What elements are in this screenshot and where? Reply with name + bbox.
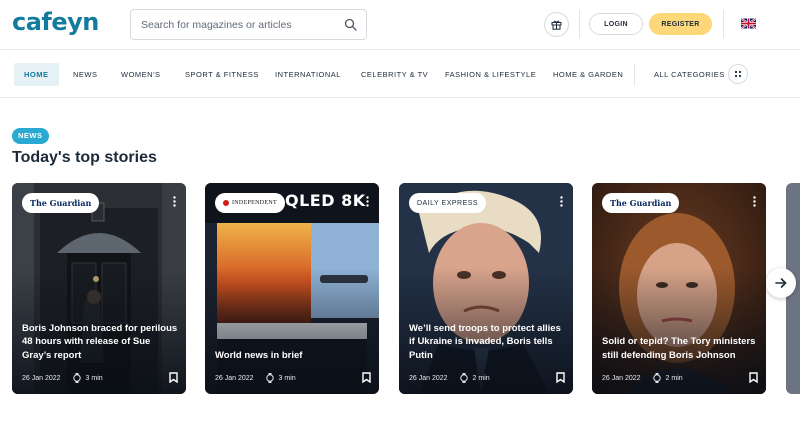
story-card[interactable]: The Guardian Boris Johnson braced for pe… — [12, 183, 186, 394]
bookmark-icon[interactable] — [556, 372, 565, 383]
uk-flag-icon[interactable] — [741, 18, 756, 29]
gift-icon — [551, 20, 562, 30]
read-time: 3 min — [278, 374, 296, 382]
watch-icon — [459, 373, 468, 383]
nav-item-sport-fitness[interactable]: SPORT & FITNESS — [185, 63, 259, 86]
story-date: 26 Jan 2022 — [602, 374, 641, 382]
header-divider — [723, 10, 724, 38]
publisher-badge[interactable]: The Guardian — [22, 193, 100, 213]
more-options-icon[interactable] — [753, 196, 756, 207]
header-divider — [579, 10, 580, 38]
nav-item-fashion-lifestyle[interactable]: FASHION & LIFESTYLE — [445, 63, 536, 86]
nav-item-home-garden[interactable]: HOME & GARDEN — [553, 63, 623, 86]
story-date: 26 Jan 2022 — [409, 374, 448, 382]
bookmark-icon[interactable] — [169, 372, 178, 383]
image-overlay — [592, 183, 766, 394]
watch-icon — [652, 373, 661, 383]
publisher-badge[interactable]: INDEPENDENT — [215, 193, 285, 213]
story-card[interactable]: QLED 8K INDEPENDENT World news in brief … — [205, 183, 379, 394]
section-title: Today's top stories — [12, 149, 157, 166]
publisher-name: DAILY EXPRESS — [417, 199, 479, 207]
story-meta: 26 Jan 2022 2 min — [602, 372, 758, 384]
search-icon[interactable] — [344, 18, 357, 31]
search-input[interactable] — [141, 10, 341, 39]
bookmark-icon[interactable] — [362, 372, 371, 383]
guardian-logo: The Guardian — [30, 197, 92, 208]
more-options-icon[interactable] — [366, 196, 369, 207]
read-time: 2 min — [472, 374, 490, 382]
story-meta: 26 Jan 2022 3 min — [215, 372, 371, 384]
category-nav: HOME NEWS WOMEN'S SPORT & FITNESS INTERN… — [0, 51, 800, 98]
nav-item-celebrity-tv[interactable]: CELEBRITY & TV — [361, 63, 428, 86]
more-options-icon[interactable] — [560, 196, 563, 207]
arrow-right-icon — [775, 278, 787, 288]
story-date: 26 Jan 2022 — [22, 374, 61, 382]
read-time: 3 min — [85, 374, 103, 382]
publisher-name: INDEPENDENT — [232, 200, 277, 206]
image-overlay — [205, 183, 379, 394]
top-header: cafeyn LOGIN REGISTER — [0, 0, 800, 50]
story-card[interactable]: DAILY EXPRESS We’ll send troops to prote… — [399, 183, 573, 394]
all-categories-button[interactable] — [728, 64, 748, 84]
nav-item-home[interactable]: HOME — [14, 63, 59, 86]
story-date: 26 Jan 2022 — [215, 374, 254, 382]
more-options-icon[interactable] — [173, 196, 176, 207]
publisher-badge[interactable]: The Guardian — [602, 193, 680, 213]
story-title[interactable]: World news in brief — [215, 349, 373, 363]
nav-divider — [634, 64, 635, 86]
nav-item-international[interactable]: INTERNATIONAL — [275, 63, 341, 86]
watch-icon — [265, 373, 274, 383]
gift-button[interactable] — [544, 12, 569, 37]
grid-icon — [734, 70, 742, 78]
search-box[interactable] — [130, 9, 367, 40]
login-button[interactable]: LOGIN — [589, 13, 643, 35]
register-button[interactable]: REGISTER — [649, 13, 712, 35]
story-meta: 26 Jan 2022 3 min — [22, 372, 178, 384]
independent-logo: INDEPENDENT — [223, 200, 277, 206]
independent-eagle-icon — [223, 200, 229, 206]
image-overlay — [12, 183, 186, 394]
news-badge[interactable]: NEWS — [12, 128, 49, 144]
guardian-logo: The Guardian — [610, 197, 672, 208]
story-title[interactable]: Boris Johnson braced for perilous 48 hou… — [22, 322, 180, 363]
image-caption-text: QLED 8K — [285, 191, 366, 210]
story-title[interactable]: We’ll send troops to protect allies if U… — [409, 322, 567, 363]
nav-item-all-categories[interactable]: ALL CATEGORIES — [654, 63, 725, 86]
cafeyn-logo[interactable]: cafeyn — [12, 8, 99, 36]
bookmark-icon[interactable] — [749, 372, 758, 383]
read-time: 2 min — [665, 374, 683, 382]
nav-item-news[interactable]: NEWS — [73, 63, 98, 86]
story-card[interactable]: The Guardian Solid or tepid? The Tory mi… — [592, 183, 766, 394]
publisher-badge[interactable]: DAILY EXPRESS — [409, 193, 487, 213]
image-overlay — [399, 183, 573, 394]
story-title[interactable]: Solid or tepid? The Tory ministers still… — [602, 335, 760, 362]
nav-item-womens[interactable]: WOMEN'S — [121, 63, 161, 86]
watch-icon — [72, 373, 81, 383]
story-meta: 26 Jan 2022 2 min — [409, 372, 565, 384]
carousel-next-button[interactable] — [766, 268, 796, 298]
